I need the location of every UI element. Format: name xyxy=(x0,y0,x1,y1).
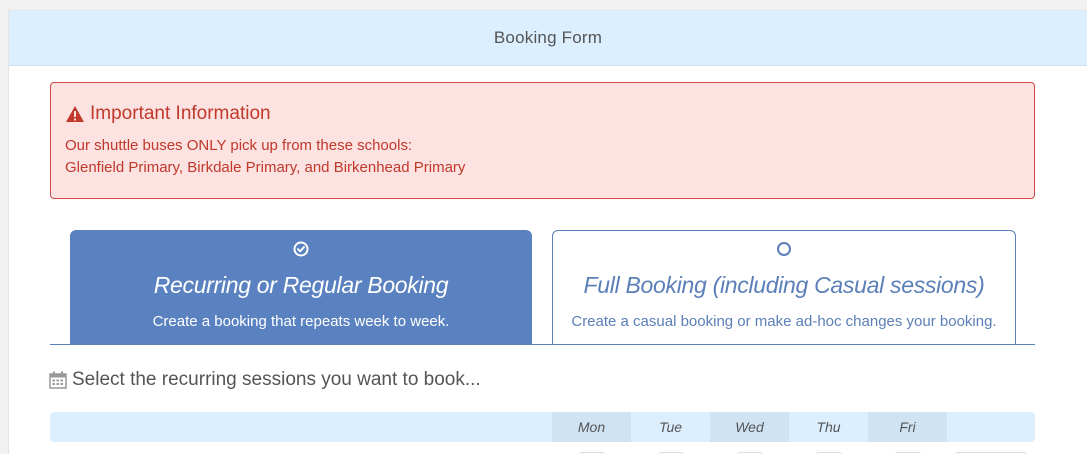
tab-description: Create a casual booking or make ad-hoc c… xyxy=(571,313,997,330)
radio-circle-icon xyxy=(776,241,792,262)
alert-line: Our shuttle buses ONLY pick up from thes… xyxy=(65,137,413,154)
day-header-fri: Fri xyxy=(868,412,947,442)
tab-full-booking[interactable]: Full Booking (including Casual sessions)… xyxy=(552,230,1016,345)
panel-header: Booking Form xyxy=(9,11,1087,66)
day-header-tue: Tue xyxy=(658,419,683,435)
tabs-divider xyxy=(50,344,1035,345)
section-heading-text: Select the recurring sessions you want t… xyxy=(72,369,481,390)
booking-panel: Booking Form Important Information Our s… xyxy=(8,10,1087,454)
alert-title: Important Information xyxy=(65,103,1020,125)
warning-icon xyxy=(66,106,84,122)
day-header-mon: Mon xyxy=(552,412,631,442)
tab-description: Create a booking that repeats week to we… xyxy=(152,313,450,330)
tab-recurring-booking[interactable]: Recurring or Regular Booking Create a bo… xyxy=(70,230,532,345)
days-header: Mon Tue Wed Thu Fri xyxy=(50,412,1035,442)
check-circle-icon xyxy=(293,241,309,262)
page-title: Booking Form xyxy=(493,28,603,47)
day-header-thu: Thu xyxy=(816,419,841,435)
alert-line: Glenfield Primary, Birkdale Primary, and… xyxy=(65,159,466,176)
day-header-wed: Wed xyxy=(710,412,789,442)
important-info-alert: Important Information Our shuttle buses … xyxy=(50,82,1035,199)
alert-title-text: Important Information xyxy=(90,103,271,124)
section-heading: Select the recurring sessions you want t… xyxy=(49,369,481,391)
alert-body: Our shuttle buses ONLY pick up from thes… xyxy=(65,135,1020,179)
tab-title: Recurring or Regular Booking xyxy=(153,272,449,298)
calendar-icon xyxy=(49,371,67,389)
tab-title: Full Booking (including Casual sessions) xyxy=(583,272,985,298)
